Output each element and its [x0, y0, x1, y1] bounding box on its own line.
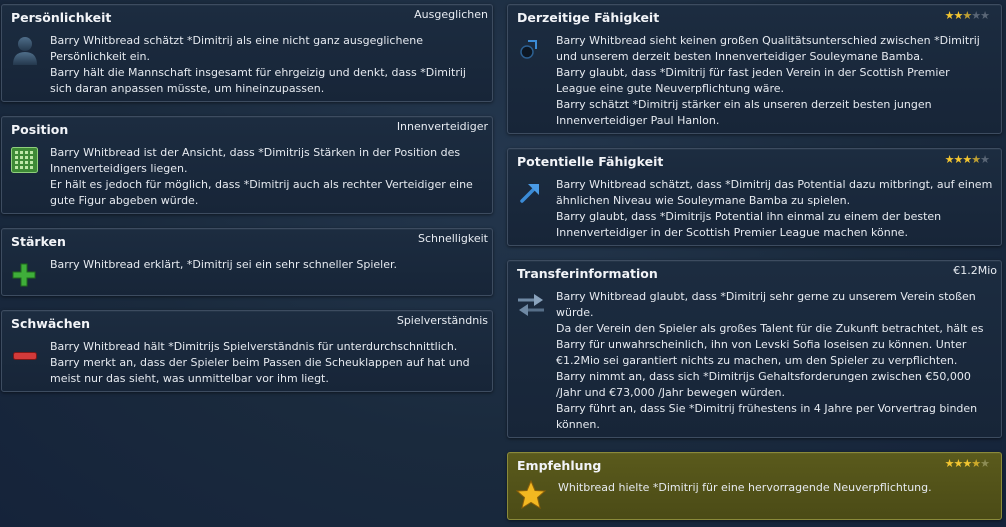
card-tag: Innenverteidiger	[396, 120, 488, 133]
card-tag: Schnelligkeit	[417, 232, 488, 245]
card-text: Whitbread hielte *Dimitrij für eine herv…	[558, 481, 932, 494]
star-half-icon: ★	[962, 9, 972, 22]
card-text: Barry Whitbread schätzt, dass *Dimitrij …	[556, 178, 993, 207]
card-title: Persönlichkeit	[11, 10, 112, 25]
card-text: Barry Whitbread sieht keinen großen Qual…	[556, 34, 980, 63]
star-half-icon: ★	[971, 153, 981, 166]
star-empty-icon: ★	[980, 153, 990, 166]
card-text: Barry glaubt, dass *Dimitrijs Potential …	[556, 210, 942, 239]
rating-stars: ★★★★★	[944, 153, 990, 166]
position-card: Position Innenverteidiger Barry Whitbrea…	[1, 116, 493, 214]
personality-card: Persönlichkeit Ausgeglichen Barry Whitbr…	[1, 4, 493, 102]
card-text: Barry nimmt an, dass sich *Dimitrijs Geh…	[556, 370, 971, 399]
star-icon	[516, 480, 546, 509]
dot-arrow-icon	[520, 40, 537, 59]
card-tag: €1.2Mio	[953, 264, 997, 277]
star-empty-icon: ★	[980, 9, 990, 22]
current-ability-card: Derzeitige Fähigkeit ★★★★★ Barry Whitbre…	[507, 4, 1002, 134]
star-full-icon: ★	[944, 153, 955, 166]
rating-stars: ★★★★★	[944, 457, 990, 470]
card-title: Derzeitige Fähigkeit	[517, 10, 660, 25]
strengths-card: Stärken Schnelligkeit Barry Whitbread er…	[1, 228, 493, 296]
card-title: Transferinformation	[517, 266, 658, 281]
card-title: Position	[11, 122, 69, 137]
transfer-arrows-icon	[518, 294, 544, 316]
star-empty-icon: ★	[971, 9, 981, 22]
card-text: Barry Whitbread schätzt *Dimitrij als ei…	[50, 34, 423, 63]
star-half-icon: ★	[971, 457, 981, 470]
card-text: Barry schätzt *Dimitrij stärker ein als …	[556, 98, 932, 127]
pitch-grid-icon	[11, 147, 38, 173]
card-text: Barry Whitbread glaubt, dass *Dimitrij s…	[556, 290, 976, 319]
recommendation-card: Empfehlung ★★★★★ Whitbread hielte *Dimit…	[507, 452, 1002, 520]
plus-icon	[12, 263, 36, 287]
card-tag: Spielverständnis	[396, 314, 488, 327]
card-tag: Ausgeglichen	[414, 8, 488, 21]
card-text: Barry Whitbread ist der Ansicht, dass *D…	[50, 146, 461, 175]
card-text: Da der Verein den Spieler als großes Tal…	[556, 322, 984, 367]
minus-icon	[13, 352, 37, 360]
card-text: Barry merkt an, dass der Spieler beim Pa…	[50, 356, 470, 385]
card-text: Barry hält die Mannschaft insgesamt für …	[50, 66, 466, 95]
card-text: Barry führt an, dass Sie *Dimitrij frühe…	[556, 402, 978, 431]
card-text: Er hält es jedoch für möglich, dass *Dim…	[50, 178, 473, 207]
potential-ability-card: Potentielle Fähigkeit ★★★★★ Barry Whitbr…	[507, 148, 1002, 246]
star-full-icon: ★	[962, 153, 972, 166]
person-silhouette-icon	[13, 37, 37, 65]
star-empty-icon: ★	[980, 457, 990, 470]
star-full-icon: ★	[944, 457, 955, 470]
arrow-up-right-icon	[520, 184, 539, 203]
card-title: Stärken	[11, 234, 66, 249]
rating-stars: ★★★★★	[944, 9, 990, 22]
card-text: Barry glaubt, dass *Dimitrij für fast je…	[556, 66, 950, 95]
card-title: Schwächen	[11, 316, 90, 331]
card-text: Barry Whitbread erklärt, *Dimitrij sei e…	[50, 258, 397, 271]
card-text: Barry Whitbread hält *Dimitrijs Spielver…	[50, 340, 458, 353]
transfer-card: Transferinformation €1.2Mio Barry Whitbr…	[507, 260, 1002, 438]
card-title: Empfehlung	[517, 458, 602, 473]
weaknesses-card: Schwächen Spielverständnis Barry Whitbre…	[1, 310, 493, 392]
star-full-icon: ★	[962, 457, 972, 470]
star-full-icon: ★	[944, 9, 955, 22]
card-title: Potentielle Fähigkeit	[517, 154, 664, 169]
